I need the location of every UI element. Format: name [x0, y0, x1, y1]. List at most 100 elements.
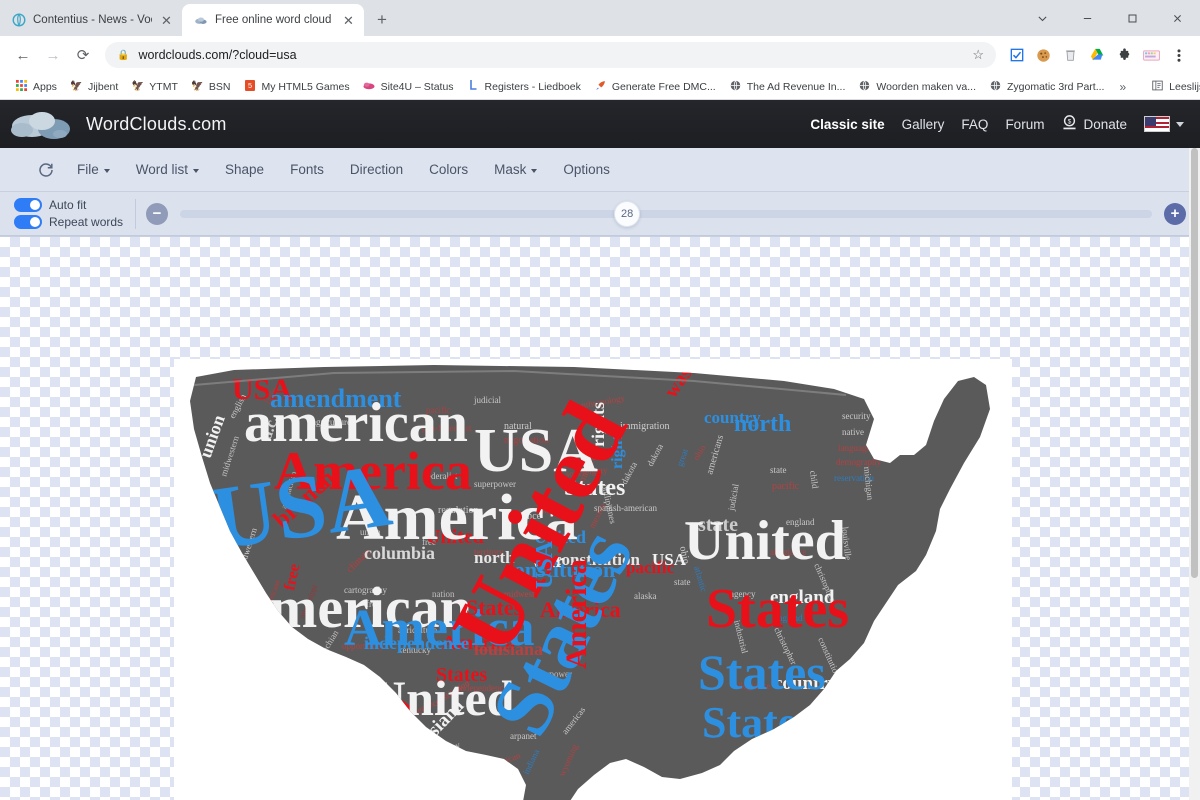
tab-title: Free online word cloud generato [215, 14, 334, 26]
menu-item-direction[interactable]: Direction [337, 162, 416, 177]
bookmark-item[interactable]: Generate Free DMC... [588, 78, 722, 96]
cookie-icon[interactable] [1031, 42, 1056, 68]
nav-link-faq[interactable]: FAQ [961, 117, 988, 132]
menu-label: Mask [494, 162, 527, 177]
toggle-auto-fit[interactable]: Auto fit [14, 198, 123, 212]
reading-list-button[interactable]: Leeslijst [1145, 78, 1200, 96]
bookmark-label: Jijbent [87, 80, 119, 93]
chevron-down-icon [531, 168, 538, 173]
donate-label: Donate [1083, 116, 1127, 132]
svg-text:native: native [842, 427, 864, 437]
app-header: WordClouds.com Classic site Gallery FAQ … [0, 100, 1200, 148]
back-button[interactable]: ← [9, 41, 37, 69]
menu-refresh-button[interactable] [28, 162, 64, 178]
window-close-icon[interactable] [1155, 2, 1200, 34]
browser-tabstrip: Contentius - News - Voeg toe ✕ Free onli… [0, 0, 1200, 36]
menu-item-colors[interactable]: Colors [416, 162, 481, 177]
brand[interactable]: WordClouds.com [10, 107, 227, 141]
scrollbar-thumb[interactable] [1191, 148, 1198, 578]
browser-tab-2[interactable]: Free online word cloud generato ✕ [182, 4, 364, 36]
browser-toolbar: ← → ⟳ 🔒 wordclouds.com/?cloud=usa ☆ [0, 36, 1200, 74]
trash-icon[interactable] [1058, 42, 1083, 68]
tab-close-icon[interactable]: ✕ [159, 13, 174, 28]
size-slider-track[interactable]: 28 [180, 200, 1152, 227]
reload-button[interactable]: ⟳ [69, 41, 97, 69]
cloud-logo-icon [10, 107, 76, 141]
svg-text:pacific: pacific [772, 481, 800, 492]
browser-tab-1[interactable]: Contentius - News - Voeg toe ✕ [0, 4, 182, 36]
size-slider-thumb[interactable]: 28 [614, 200, 641, 227]
slider-increase-button[interactable]: + [1164, 202, 1186, 225]
kebab-menu-icon[interactable] [1166, 42, 1191, 68]
bookmark-item[interactable]: Apps [9, 78, 63, 96]
bookmark-label: Woorden maken va... [876, 80, 976, 93]
tab-title: Contentius - News - Voeg toe [33, 14, 152, 26]
svg-text:state: state [770, 465, 787, 475]
repeat-words-switch[interactable] [14, 215, 42, 229]
bookmark-item[interactable]: The Ad Revenue In... [723, 78, 852, 96]
letter-l-icon [467, 79, 480, 94]
bookmark-label: Zygomatic 3rd Part... [1007, 80, 1105, 93]
wordcloud-canvas-area[interactable]: midwestern midwestern hurricane appalach… [0, 236, 1200, 800]
bookmark-item[interactable]: 5 My HTML5 Games [237, 78, 355, 96]
menu-label: Shape [225, 162, 265, 177]
menu-item-shape[interactable]: Shape [212, 162, 277, 177]
tab-search-chevron-down-icon[interactable] [1020, 2, 1065, 34]
language-selector[interactable] [1144, 116, 1184, 132]
app-menubar: File Word list Shape Fonts Direction Col… [0, 148, 1200, 192]
svg-text:country: country [704, 408, 761, 427]
chevron-down-icon [103, 168, 110, 173]
checkbox-blue-icon[interactable] [1004, 42, 1029, 68]
svg-text:America: America [560, 559, 593, 669]
bookmark-item[interactable]: 🦅 YTMT [125, 79, 184, 95]
drive-icon[interactable] [1085, 42, 1110, 68]
forward-button[interactable]: → [39, 41, 67, 69]
tab-favicon-cloud-icon [193, 13, 208, 28]
bookmarks-bar: Apps 🦅 Jijbent 🦅 YTMT 🦅 BSN 5 My HTML5 Games… [0, 74, 1200, 100]
bird-icon: 🦅 [70, 81, 83, 92]
toggle-group: Auto fit Repeat words [14, 198, 135, 229]
nav-link-gallery[interactable]: Gallery [902, 117, 945, 132]
svg-text:States: States [698, 644, 826, 700]
tab-close-icon[interactable]: ✕ [341, 13, 356, 28]
slider-decrease-button[interactable]: − [146, 202, 169, 225]
menu-item-options[interactable]: Options [550, 162, 623, 177]
menu-label: Fonts [290, 162, 324, 177]
puzzle-icon[interactable] [1112, 42, 1137, 68]
menu-item-fonts[interactable]: Fonts [277, 162, 337, 177]
window-minimize-icon[interactable] [1065, 2, 1110, 34]
auto-fit-switch[interactable] [14, 198, 42, 212]
donate-button[interactable]: $ Donate [1061, 114, 1127, 134]
globe-icon [858, 80, 871, 94]
keyboard-icon[interactable] [1139, 42, 1164, 68]
menu-item-file[interactable]: File [64, 162, 123, 177]
wordcloud-image[interactable]: midwestern midwestern hurricane appalach… [174, 359, 1012, 800]
wordcloud-sheet[interactable]: midwestern midwestern hurricane appalach… [174, 359, 1012, 800]
bookmark-item[interactable]: 🦅 Jijbent [64, 79, 124, 95]
brand-name: WordClouds.com [86, 113, 227, 134]
window-maximize-icon[interactable] [1110, 2, 1155, 34]
address-bar[interactable]: 🔒 wordclouds.com/?cloud=usa ☆ [105, 42, 996, 68]
bookmark-item[interactable]: Woorden maken va... [852, 78, 982, 96]
auto-fit-label: Auto fit [49, 198, 87, 212]
menu-label: Word list [135, 162, 189, 177]
new-tab-button[interactable]: + [368, 6, 396, 34]
bookmark-item[interactable]: Registers - Liedboek [461, 77, 587, 96]
menu-item-word-list[interactable]: Word list [123, 162, 212, 177]
bookmarks-overflow-button[interactable]: » [1112, 78, 1133, 96]
bookmark-item[interactable]: 🦅 BSN [185, 79, 237, 95]
chevron-down-icon [1176, 121, 1184, 127]
svg-text:alaska: alaska [634, 591, 657, 601]
bookmark-item[interactable]: Zygomatic 3rd Part... [983, 78, 1110, 96]
address-bar-url: wordclouds.com/?cloud=usa [138, 48, 297, 62]
menu-item-mask[interactable]: Mask [481, 162, 550, 177]
bookmark-item[interactable]: Site4U – Status [357, 79, 460, 95]
svg-text:United: United [684, 510, 846, 572]
toggle-repeat-words[interactable]: Repeat words [14, 215, 123, 229]
bookmark-label: Site4U – Status [380, 80, 454, 93]
bookmark-star-icon[interactable]: ☆ [972, 47, 984, 63]
nav-link-forum[interactable]: Forum [1005, 117, 1044, 132]
size-slider-bar: Auto fit Repeat words − 28 + [0, 192, 1200, 236]
nav-link-classic-site[interactable]: Classic site [810, 117, 884, 132]
page-scrollbar[interactable] [1189, 148, 1200, 800]
